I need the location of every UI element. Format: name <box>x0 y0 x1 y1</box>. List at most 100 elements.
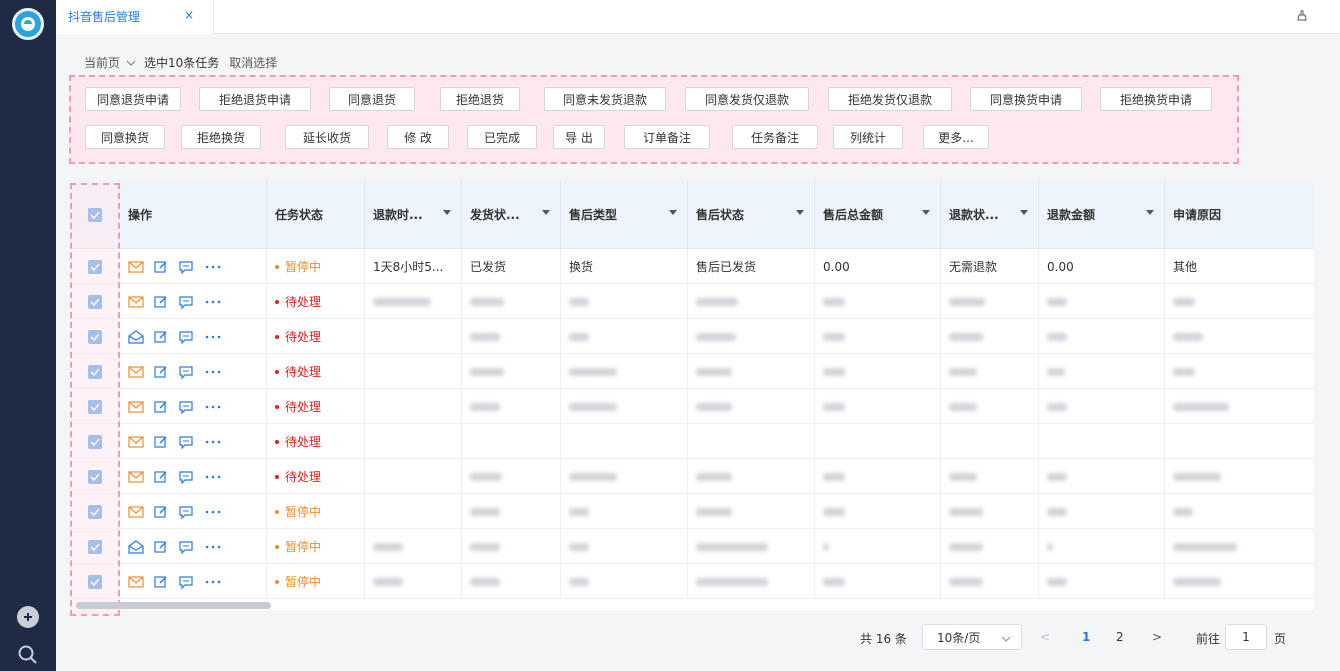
row-checkbox-cell[interactable] <box>70 249 120 284</box>
agree-exchange-button[interactable]: 同意换货 <box>85 125 165 149</box>
edit-icon[interactable] <box>154 505 168 519</box>
row-checkbox-cell[interactable] <box>70 284 120 319</box>
sort-caret-icon[interactable] <box>1020 210 1028 215</box>
row-checkbox[interactable] <box>88 329 102 344</box>
envelope-open-icon[interactable] <box>128 329 144 344</box>
more-icon[interactable] <box>204 475 222 479</box>
row-checkbox[interactable] <box>88 539 102 554</box>
row-checkbox[interactable] <box>88 434 102 449</box>
edit-icon[interactable] <box>154 435 168 449</box>
comment-icon[interactable] <box>178 435 194 449</box>
more-icon[interactable] <box>204 580 222 584</box>
row-checkbox-cell[interactable] <box>70 529 120 564</box>
export-button[interactable]: 导 出 <box>553 125 605 149</box>
sort-caret-icon[interactable] <box>542 210 550 215</box>
page-2-button[interactable]: 2 <box>1116 630 1124 644</box>
envelope-icon[interactable] <box>128 435 144 449</box>
more-icon[interactable] <box>204 440 222 444</box>
table-row[interactable]: 暂停中 <box>70 564 1314 599</box>
col-ship-status[interactable]: 发货状... <box>462 180 561 249</box>
col-refund-time[interactable]: 退款时... <box>365 180 462 249</box>
order-note-button[interactable]: 订单备注 <box>624 125 710 149</box>
select-all-checkbox-cell[interactable] <box>70 180 120 249</box>
tab-aftersale[interactable]: 抖音售后管理 × <box>56 0 214 34</box>
row-checkbox-cell[interactable] <box>70 424 120 459</box>
agree-shipped-refund-only-button[interactable]: 同意发货仅退款 <box>685 87 809 111</box>
table-row[interactable]: 待处理 <box>70 389 1314 424</box>
page-1-button[interactable]: 1 <box>1082 630 1090 644</box>
sort-caret-icon[interactable] <box>1146 210 1154 215</box>
edit-icon[interactable] <box>154 540 168 554</box>
more-icon[interactable] <box>204 405 222 409</box>
edit-icon[interactable] <box>154 365 168 379</box>
extend-receipt-button[interactable]: 延长收货 <box>285 125 369 149</box>
agree-exchange-request-button[interactable]: 同意换货申请 <box>970 87 1082 111</box>
clear-icon[interactable] <box>1294 8 1310 24</box>
reject-exchange-button[interactable]: 拒绝换货 <box>181 125 261 149</box>
comment-icon[interactable] <box>178 505 194 519</box>
tab-close-icon[interactable]: × <box>184 8 194 22</box>
envelope-icon[interactable] <box>128 505 144 519</box>
reject-return-request-button[interactable]: 拒绝退货申请 <box>199 87 311 111</box>
row-checkbox-cell[interactable] <box>70 494 120 529</box>
comment-icon[interactable] <box>178 470 194 484</box>
row-checkbox[interactable] <box>88 399 102 414</box>
modify-button[interactable]: 修 改 <box>387 125 449 149</box>
sort-caret-icon[interactable] <box>796 210 804 215</box>
horizontal-scrollbar[interactable] <box>76 602 271 609</box>
prev-page-button[interactable]: < <box>1040 630 1050 644</box>
table-row[interactable]: 暂停中 <box>70 494 1314 529</box>
comment-icon[interactable] <box>178 330 194 344</box>
table-row[interactable]: 待处理 <box>70 319 1314 354</box>
row-checkbox[interactable] <box>88 469 102 484</box>
edit-icon[interactable] <box>154 470 168 484</box>
goto-page-input[interactable]: 1 <box>1225 624 1267 650</box>
comment-icon[interactable] <box>178 540 194 554</box>
comment-icon[interactable] <box>178 400 194 414</box>
table-row[interactable]: 暂停中 <box>70 529 1314 564</box>
complete-button[interactable]: 已完成 <box>467 125 537 149</box>
app-logo-icon[interactable] <box>12 8 44 40</box>
agree-return-request-button[interactable]: 同意退货申请 <box>85 87 181 111</box>
cancel-selection-link[interactable]: 取消选择 <box>229 54 277 71</box>
more-button[interactable]: 更多... <box>923 125 989 149</box>
select-all-checkbox[interactable] <box>88 207 102 222</box>
next-page-button[interactable]: > <box>1152 630 1162 644</box>
envelope-icon[interactable] <box>128 400 144 414</box>
col-refund-amount[interactable]: 退款金额 <box>1039 180 1165 249</box>
reject-return-button[interactable]: 拒绝退货 <box>440 87 520 111</box>
edit-icon[interactable] <box>154 575 168 589</box>
sort-caret-icon[interactable] <box>922 210 930 215</box>
comment-icon[interactable] <box>178 295 194 309</box>
sort-caret-icon[interactable] <box>669 210 677 215</box>
agree-unshipped-refund-button[interactable]: 同意未发货退款 <box>544 87 666 111</box>
comment-icon[interactable] <box>178 365 194 379</box>
edit-icon[interactable] <box>154 295 168 309</box>
envelope-icon[interactable] <box>128 365 144 379</box>
row-checkbox[interactable] <box>88 364 102 379</box>
current-page-dropdown[interactable]: 当前页 <box>84 54 136 71</box>
col-aftersale-type[interactable]: 售后类型 <box>561 180 688 249</box>
envelope-icon[interactable] <box>128 575 144 589</box>
table-row[interactable]: 待处理 <box>70 354 1314 389</box>
col-refund-status[interactable]: 退款状... <box>941 180 1039 249</box>
comment-icon[interactable] <box>178 260 194 274</box>
row-checkbox-cell[interactable] <box>70 389 120 424</box>
row-checkbox-cell[interactable] <box>70 354 120 389</box>
search-icon[interactable] <box>17 644 39 666</box>
page-size-select[interactable]: 10条/页 <box>922 624 1022 650</box>
edit-icon[interactable] <box>154 400 168 414</box>
table-row[interactable]: 待处理 <box>70 284 1314 319</box>
more-icon[interactable] <box>204 510 222 514</box>
task-note-button[interactable]: 任务备注 <box>732 125 818 149</box>
more-icon[interactable] <box>204 370 222 374</box>
row-checkbox-cell[interactable] <box>70 564 120 599</box>
add-icon[interactable] <box>17 606 39 628</box>
more-icon[interactable] <box>204 545 222 549</box>
row-checkbox[interactable] <box>88 504 102 519</box>
reject-shipped-refund-only-button[interactable]: 拒绝发货仅退款 <box>828 87 952 111</box>
table-row[interactable]: 暂停中 1天8小时5... 已发货 换货 售后已发货 0.00 无需退款 0.00 其他 <box>70 249 1314 284</box>
more-icon[interactable] <box>204 265 222 269</box>
envelope-icon[interactable] <box>128 295 144 309</box>
envelope-icon[interactable] <box>128 470 144 484</box>
